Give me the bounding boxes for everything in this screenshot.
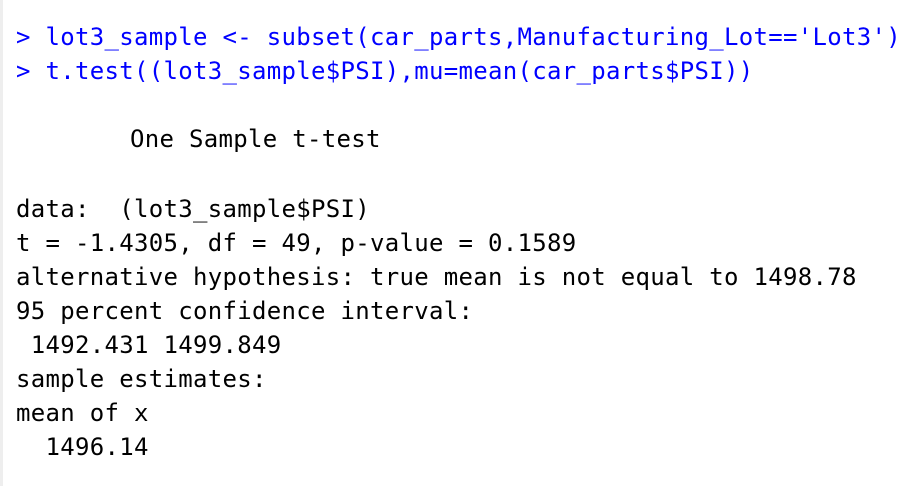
console-gutter bbox=[0, 0, 3, 486]
command-line-2: > t.test((lot3_sample$PSI),mu=mean(car_p… bbox=[16, 54, 753, 88]
prompt-symbol: > bbox=[16, 23, 31, 51]
r-console-output: > lot3_sample <- subset(car_parts,Manufa… bbox=[0, 0, 910, 486]
sample-estimates-label: sample estimates: bbox=[16, 365, 267, 393]
confidence-interval-values: 1492.431 1499.849 bbox=[16, 331, 282, 359]
prompt-symbol: > bbox=[16, 57, 31, 85]
command-line-1: > lot3_sample <- subset(car_parts,Manufa… bbox=[16, 20, 901, 54]
data-line: data: (lot3_sample$PSI) bbox=[16, 195, 370, 223]
alternative-hypothesis-line: alternative hypothesis: true mean is not… bbox=[16, 263, 857, 291]
command-text: t.test((lot3_sample$PSI),mu=mean(car_par… bbox=[45, 57, 754, 85]
test-title: One Sample t-test bbox=[130, 125, 381, 153]
command-text: lot3_sample <- subset(car_parts,Manufact… bbox=[45, 23, 901, 51]
confidence-interval-label: 95 percent confidence interval: bbox=[16, 297, 474, 325]
stats-line: t = -1.4305, df = 49, p-value = 0.1589 bbox=[16, 229, 577, 257]
estimate-name: mean of x bbox=[16, 399, 149, 427]
estimate-value: 1496.14 bbox=[16, 433, 149, 461]
